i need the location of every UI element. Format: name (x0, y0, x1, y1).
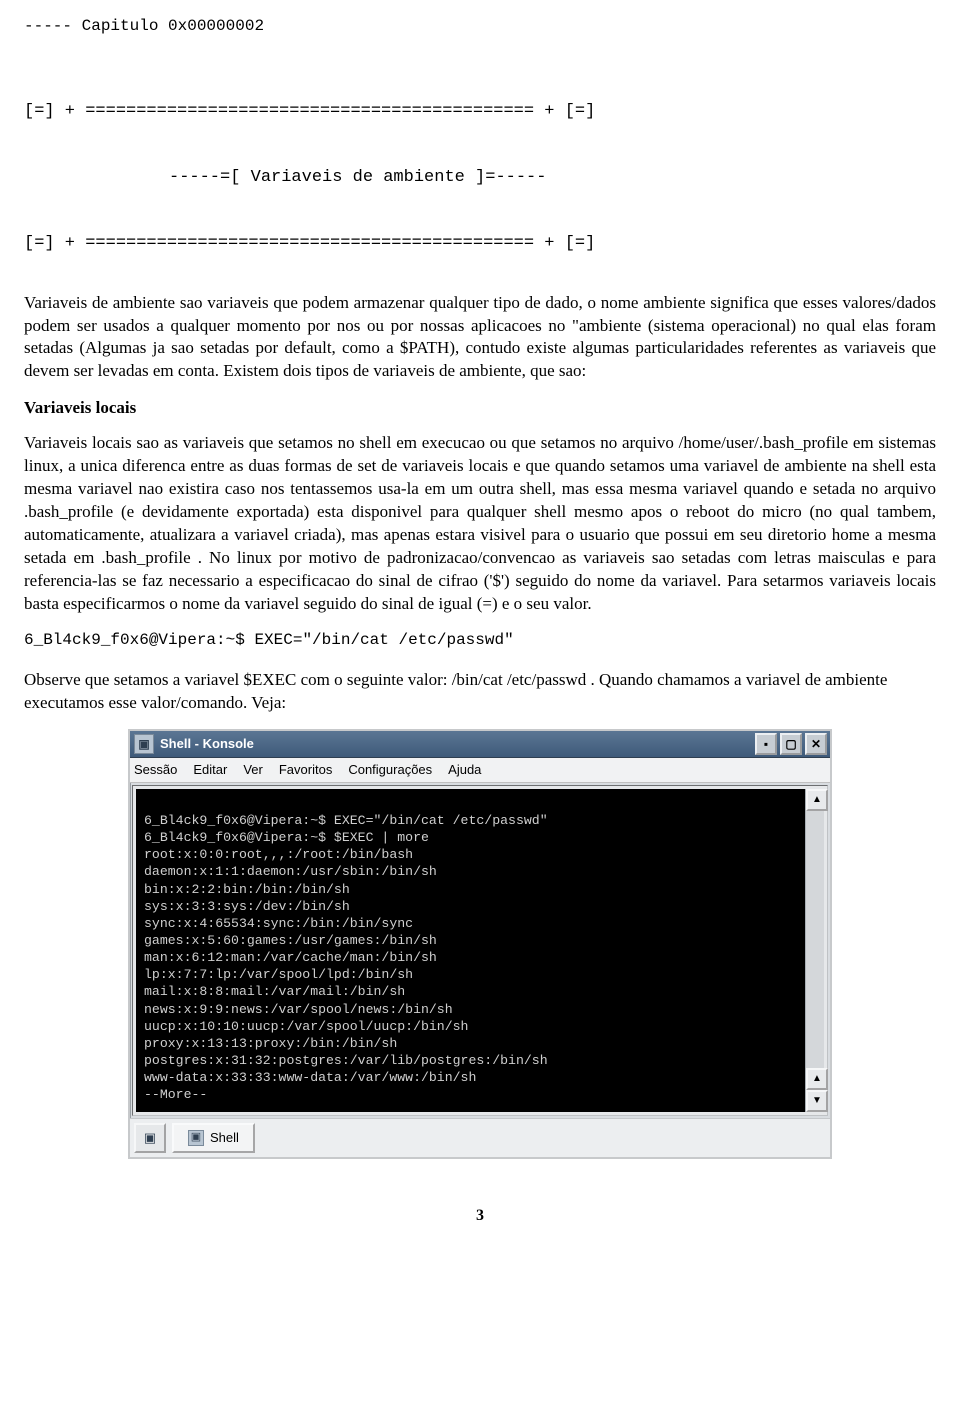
maximize-button[interactable]: ▢ (780, 733, 802, 755)
terminal-screenshot: ▣ Shell - Konsole ▪ ▢ ✕ Sessão Editar Ve… (24, 729, 936, 1198)
menu-ver[interactable]: Ver (243, 761, 263, 779)
close-button[interactable]: ✕ (805, 733, 827, 755)
banner-line-top: [=] + ==================================… (24, 101, 936, 124)
scroll-up-icon[interactable]: ▲ (806, 789, 828, 811)
minimize-button[interactable]: ▪ (755, 733, 777, 755)
konsole-taskbar: ▣ ▣ Shell (130, 1118, 830, 1157)
terminal-area: 6_Bl4ck9_f0x6@Vipera:~$ EXEC="/bin/cat /… (132, 785, 828, 1116)
menu-favoritos[interactable]: Favoritos (279, 761, 332, 779)
window-title: Shell - Konsole (160, 735, 755, 753)
shell-tab-icon: ▣ (188, 1130, 204, 1146)
command-example: 6_Bl4ck9_f0x6@Vipera:~$ EXEC="/bin/cat /… (24, 630, 936, 652)
scroll-down2-icon[interactable]: ▼ (806, 1090, 828, 1112)
section-banner: [=] + ==================================… (24, 58, 936, 278)
menu-configuracoes[interactable]: Configurações (348, 761, 432, 779)
intro-paragraph: Variaveis de ambiente sao variaveis que … (24, 292, 936, 384)
menu-ajuda[interactable]: Ajuda (448, 761, 481, 779)
banner-title: -----=[ Variaveis de ambiente ]=----- (24, 167, 936, 190)
page-number: 3 (24, 1205, 936, 1227)
menu-sessao[interactable]: Sessão (134, 761, 177, 779)
new-session-button[interactable]: ▣ (134, 1123, 166, 1153)
scrollbar-track[interactable] (806, 811, 824, 1068)
tab-label: Shell (210, 1129, 239, 1147)
subheading-locais: Variaveis locais (24, 397, 936, 420)
banner-line-bottom: [=] + ==================================… (24, 233, 936, 256)
scroll-down-icon[interactable]: ▲ (806, 1068, 828, 1090)
tab-shell[interactable]: ▣ Shell (172, 1123, 255, 1153)
paragraph-observe: Observe que setamos a variavel $EXEC com… (24, 669, 936, 715)
konsole-icon: ▣ (134, 734, 154, 754)
terminal-output[interactable]: 6_Bl4ck9_f0x6@Vipera:~$ EXEC="/bin/cat /… (136, 789, 824, 1112)
paragraph-locais: Variaveis locais sao as variaveis que se… (24, 432, 936, 616)
konsole-window: ▣ Shell - Konsole ▪ ▢ ✕ Sessão Editar Ve… (128, 729, 832, 1158)
chapter-heading: ----- Capitulo 0x00000002 (24, 16, 936, 38)
scrollbar[interactable]: ▲ ▲ ▼ (805, 789, 824, 1112)
window-buttons: ▪ ▢ ✕ (755, 733, 830, 755)
menu-editar[interactable]: Editar (193, 761, 227, 779)
window-titlebar: ▣ Shell - Konsole ▪ ▢ ✕ (130, 731, 830, 758)
menubar: Sessão Editar Ver Favoritos Configuraçõe… (130, 758, 830, 783)
